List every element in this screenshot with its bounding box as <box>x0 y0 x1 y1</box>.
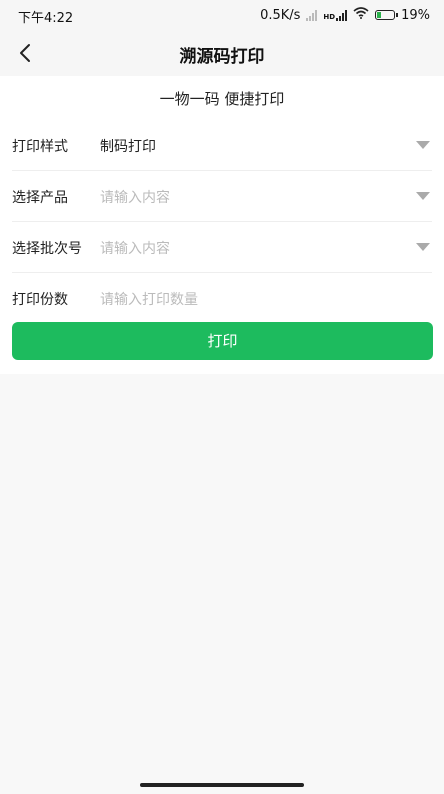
signal-icon-secondary <box>306 9 318 21</box>
product-label: 选择产品 <box>12 190 68 206</box>
print-style-label: 打印样式 <box>12 139 68 155</box>
copies-label: 打印份数 <box>12 292 68 308</box>
batch-select[interactable]: 选择批次号 请输入内容 <box>12 222 432 273</box>
print-form: 一物一码 便捷打印 打印样式 制码打印 选择产品 请输入内容 选择批次号 请输入… <box>0 76 444 374</box>
batch-placeholder: 请输入内容 <box>100 241 170 257</box>
status-icons: 0.5K/s HD 19% <box>260 7 430 23</box>
copies-input[interactable]: 请输入打印数量 <box>100 289 198 309</box>
hd-badge: HD <box>323 13 336 21</box>
status-time: 下午4:22 <box>18 11 74 26</box>
print-button[interactable]: 打印 <box>12 322 433 360</box>
wifi-icon <box>353 7 369 23</box>
dropdown-caret-icon <box>416 141 430 149</box>
battery-level: 19% <box>401 7 430 23</box>
copies-field[interactable]: 打印份数 请输入打印数量 <box>12 273 432 323</box>
network-speed: 0.5K/s <box>260 7 301 23</box>
status-bar: 下午4:22 0.5K/s HD 19% <box>0 0 444 30</box>
dropdown-caret-icon <box>416 192 430 200</box>
battery-icon <box>375 10 399 20</box>
product-placeholder: 请输入内容 <box>100 190 170 206</box>
page-title: 溯源码打印 <box>179 47 265 67</box>
signal-icon: HD <box>323 9 348 21</box>
form-subtitle: 一物一码 便捷打印 <box>159 90 285 108</box>
dropdown-caret-icon <box>416 243 430 251</box>
batch-label: 选择批次号 <box>12 241 82 257</box>
print-style-value: 制码打印 <box>100 139 156 155</box>
product-select[interactable]: 选择产品 请输入内容 <box>12 171 432 222</box>
nav-bar: 溯源码打印 <box>0 30 444 76</box>
print-style-select[interactable]: 打印样式 制码打印 <box>12 120 432 171</box>
home-indicator[interactable] <box>140 783 304 787</box>
